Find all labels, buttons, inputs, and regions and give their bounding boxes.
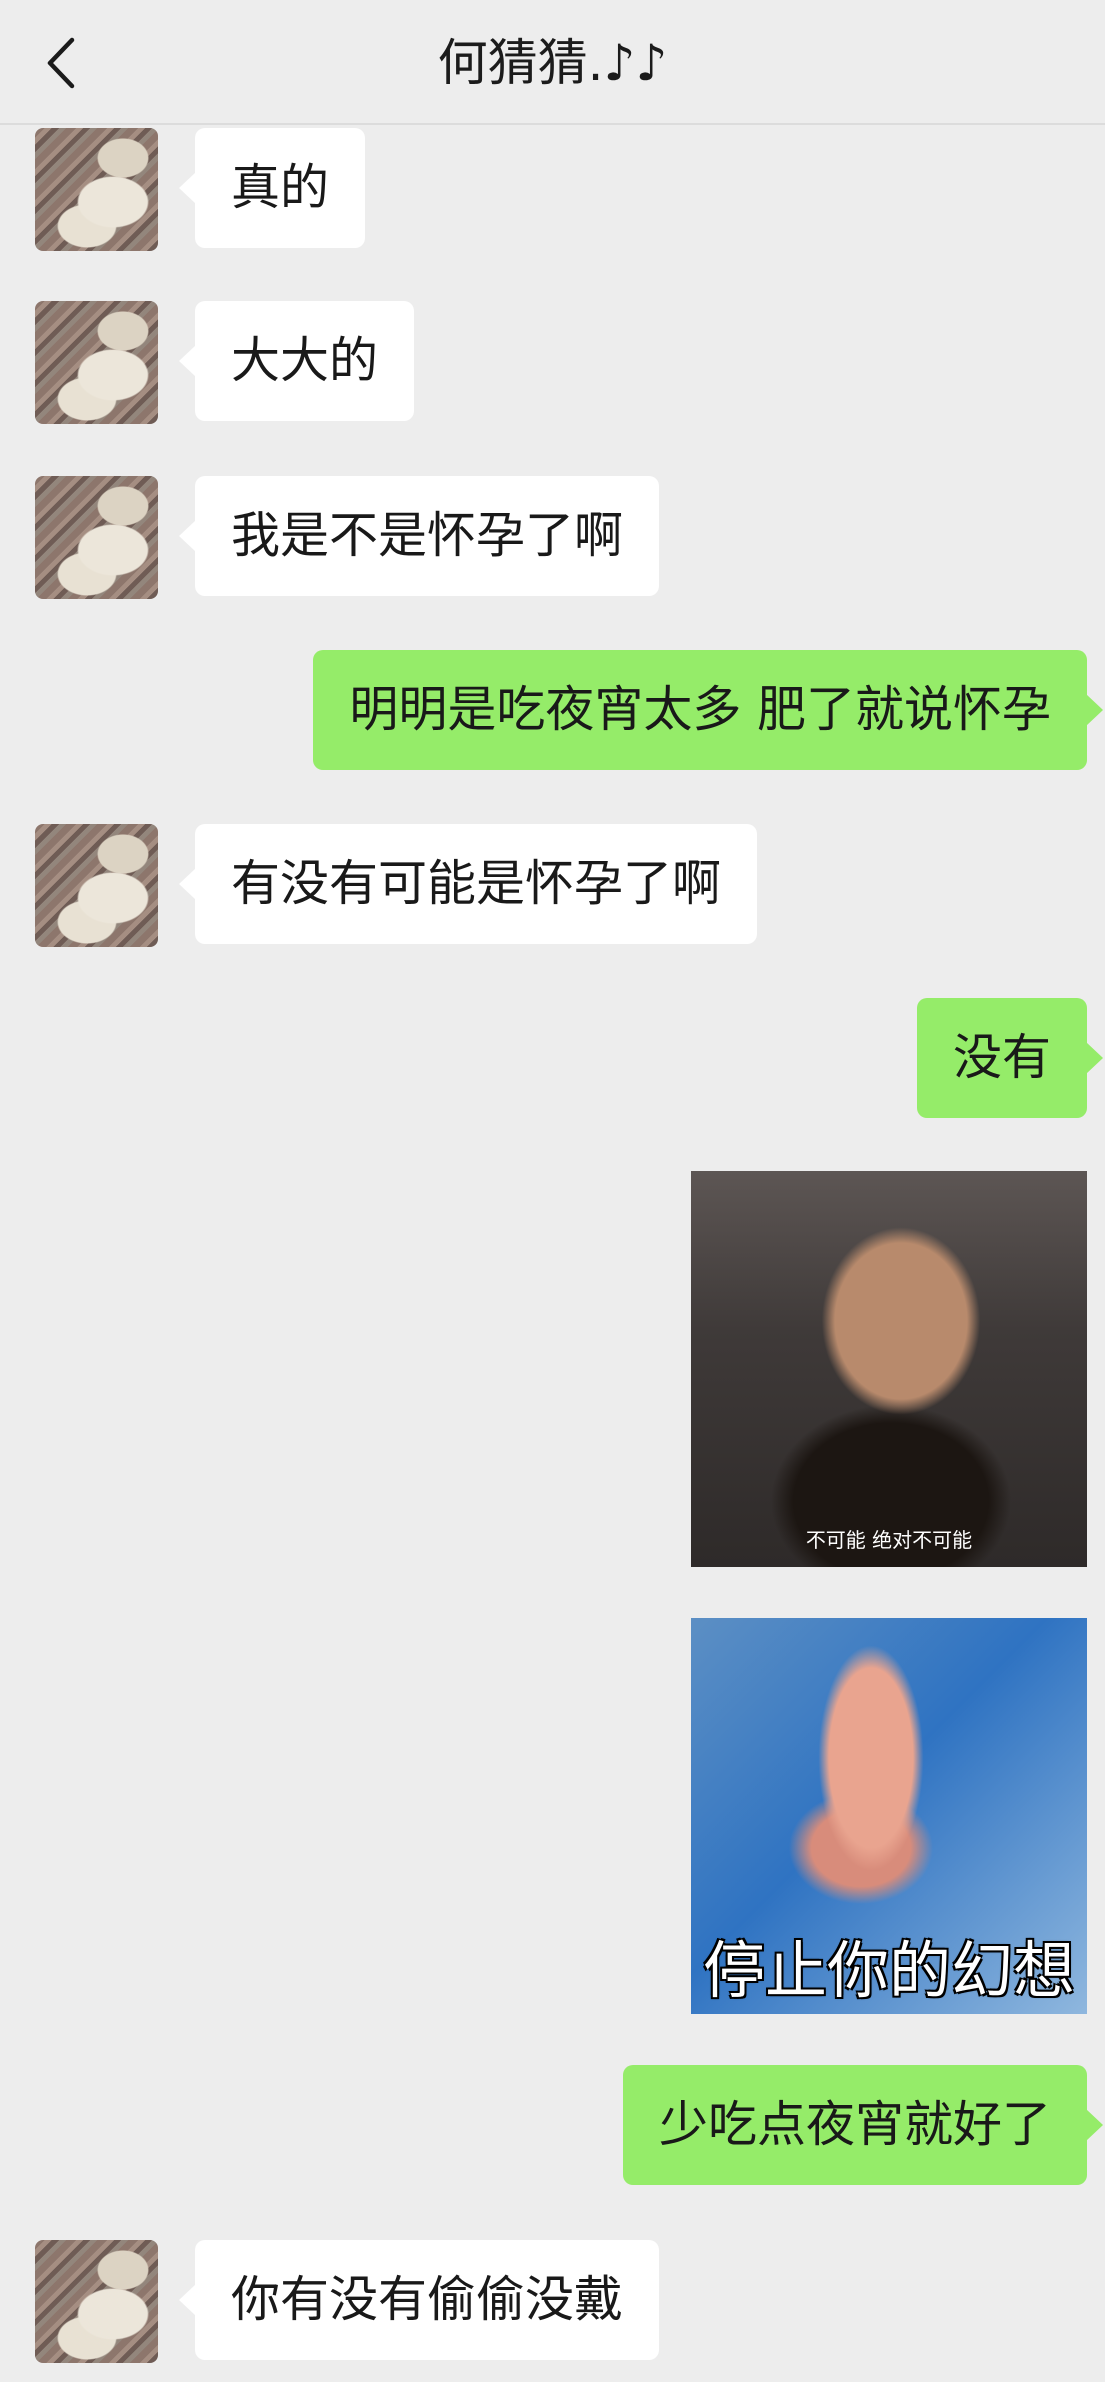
contact-avatar[interactable] [35,2240,158,2363]
sticker-image[interactable]: 停止你的幻想 [691,1618,1087,2014]
outgoing-message-bubble[interactable]: 没有 [916,998,1104,1118]
incoming-message-bubble[interactable]: 大大的 [178,301,415,421]
contact-avatar[interactable] [35,128,158,251]
sticker-caption: 不可能 绝对不可能 [805,1528,973,1552]
sticker-caption: 停止你的幻想 [702,1934,1075,2007]
sticker-image[interactable]: 不可能 绝对不可能 [691,1171,1087,1567]
chat-header: 何猜猜.♪♪ [0,0,1105,125]
message-list[interactable]: 真的 大大的 我是不是怀孕了啊 明明是吃夜宵太多 肥了就说怀孕 有没有可能是怀孕… [0,125,1105,2382]
contact-name[interactable]: 何猜猜.♪♪ [0,28,1105,98]
incoming-message-bubble[interactable]: 有没有可能是怀孕了啊 [178,824,758,944]
contact-avatar[interactable] [35,476,158,599]
outgoing-message-bubble[interactable]: 少吃点夜宵就好了 [622,2065,1104,2185]
incoming-message-bubble[interactable]: 我是不是怀孕了啊 [178,476,660,596]
contact-avatar[interactable] [35,824,158,947]
incoming-message-bubble[interactable]: 真的 [178,128,366,248]
contact-avatar[interactable] [35,301,158,424]
incoming-message-bubble[interactable]: 你有没有偷偷没戴 [178,2240,660,2360]
outgoing-message-bubble[interactable]: 明明是吃夜宵太多 肥了就说怀孕 [313,650,1103,770]
